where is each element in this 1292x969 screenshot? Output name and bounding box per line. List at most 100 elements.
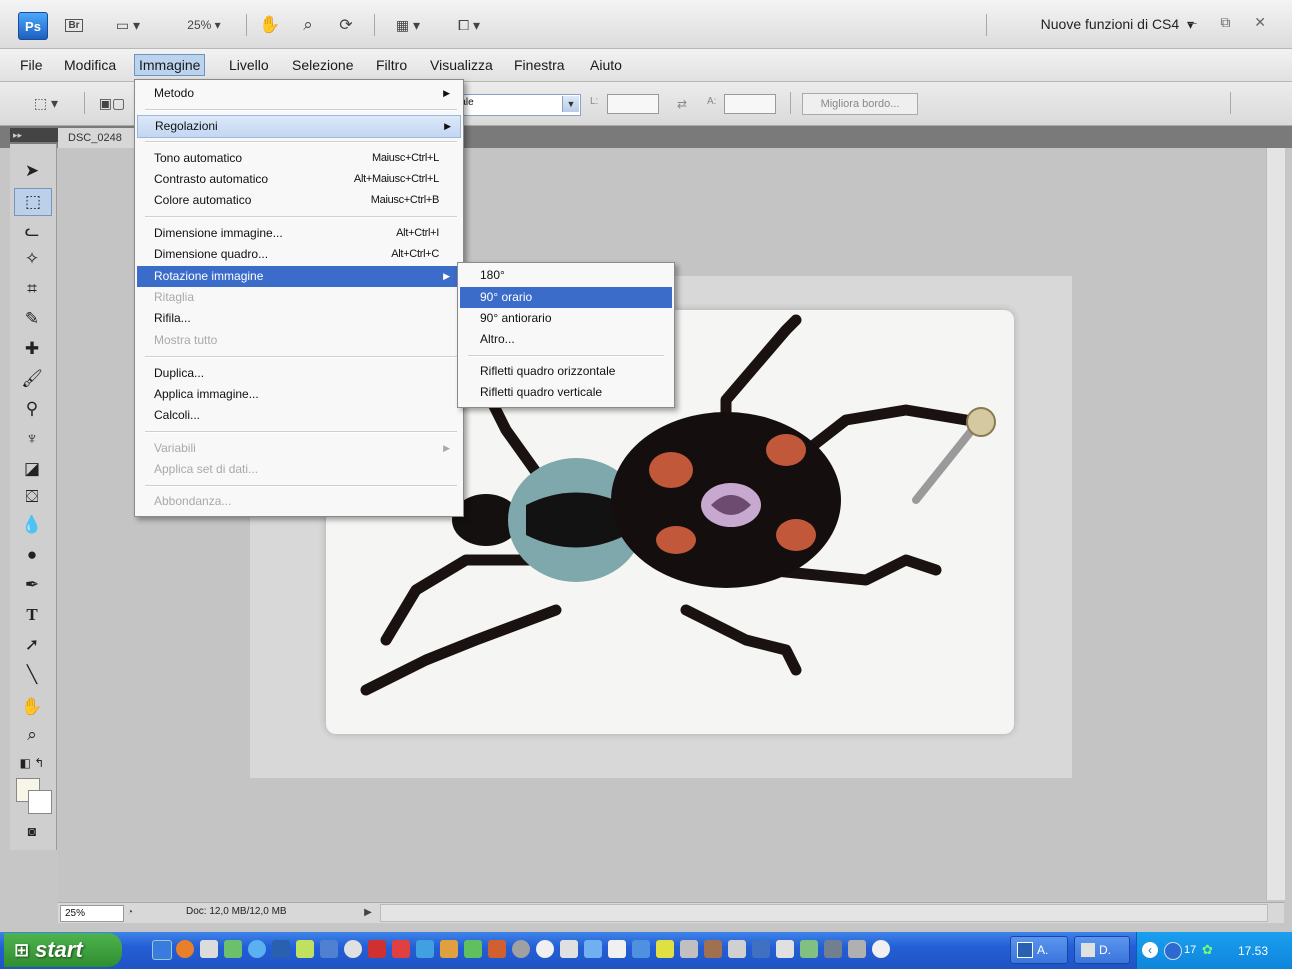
quicklaunch-icon[interactable] [800,940,818,958]
swap-icon[interactable]: ⇄ [674,95,690,113]
lasso-tool-icon[interactable]: ᓚ [14,218,50,244]
status-arrow-icon[interactable]: ▶ [360,904,376,920]
menu-visualizza[interactable]: Visualizza [426,56,497,74]
menu-item-applica-immagine[interactable]: Applica immagine... [137,384,459,405]
quicklaunch-icon[interactable] [224,940,242,958]
zoom-tool-icon[interactable]: ⌕ [14,722,50,748]
quicklaunch-icon[interactable] [440,940,458,958]
quicklaunch-icon[interactable] [704,940,722,958]
menu-item-contrasto-automatico[interactable]: Contrasto automatico Alt+Maiusc+Ctrl+L [137,169,459,190]
taskbar-item-a[interactable]: A. [1010,936,1068,964]
default-colors-icon[interactable]: ◧ ↰ [14,750,50,776]
quicklaunch-icon[interactable] [488,940,506,958]
quicklaunch-icon[interactable] [560,940,578,958]
quicklaunch-icon[interactable] [152,940,172,960]
background-color-swatch[interactable] [28,790,52,814]
menu-livello[interactable]: Livello [225,56,273,74]
menu-item-mostra-tutto[interactable]: Mostra tutto [137,330,459,351]
style-select[interactable]: male ▼ [445,94,581,116]
quicklaunch-icon[interactable] [752,940,770,958]
menu-item-flip-horizontal[interactable]: Rifletti quadro orizzontale [460,361,672,382]
menu-item-abbondanza[interactable]: Abbondanza... [137,491,459,512]
eraser-tool-icon[interactable]: ◪ [14,456,50,482]
marquee-tool-icon[interactable]: ⬚ [14,188,52,216]
taskbar-item-d[interactable]: D. [1074,936,1130,964]
quicklaunch-icon[interactable] [608,940,626,958]
path-selection-tool-icon[interactable]: ➚ [14,632,50,658]
paint-bucket-tool-icon[interactable]: ⛋ [14,484,50,510]
eyedropper-tool-icon[interactable]: ✎ [14,306,50,332]
type-tool-icon[interactable]: T [14,602,50,628]
menu-item-dimensione-immagine[interactable]: Dimensione immagine... Alt+Ctrl+I [137,223,459,244]
zoom-tool-icon[interactable]: ⌕ [296,15,320,34]
view-extras-icon[interactable]: ▭ ▾ [106,16,150,34]
tray-network-icon[interactable] [1164,942,1182,960]
dodge-tool-icon[interactable]: ● [14,542,50,568]
quicklaunch-icon[interactable] [464,940,482,958]
menu-item-rotazione-immagine[interactable]: Rotazione immagine ▶ [137,266,459,287]
acrobat-icon[interactable] [392,940,410,958]
menu-item-regolazioni[interactable]: Regolazioni ▶ [137,115,461,138]
marquee-preset-icon[interactable]: ⬚ ▾ [26,94,66,112]
start-button[interactable]: ⊞ start [4,933,122,967]
hand-tool-icon[interactable]: ✋ [258,15,282,34]
blur-tool-icon[interactable]: 💧 [14,512,50,538]
refine-edge-button[interactable]: Migliora bordo... [802,93,918,115]
menu-aiuto[interactable]: Aiuto [586,56,626,74]
menu-item-calcoli[interactable]: Calcoli... [137,405,459,426]
height-input[interactable] [724,94,776,114]
tray-expand-icon[interactable]: ‹ [1142,942,1158,958]
mail-icon[interactable] [200,940,218,958]
window-controls[interactable]: – ⧉ ✕ [1189,14,1276,31]
menu-item-rotate-90-cw[interactable]: 90° orario [460,287,672,308]
selection-mode-icon[interactable]: ▣▢ [94,94,130,112]
menu-filtro[interactable]: Filtro [372,56,411,74]
menu-immagine[interactable]: Immagine [134,54,206,76]
workspace-switcher[interactable]: Nuove funzioni di CS4 ▾ [1041,16,1194,33]
menu-file[interactable]: File [16,56,47,74]
menu-item-applica-set-di-dati[interactable]: Applica set di dati... [137,459,459,480]
menu-item-flip-vertical[interactable]: Rifletti quadro verticale [460,382,672,403]
clone-stamp-tool-icon[interactable]: ⚲ [14,396,50,422]
rotate-view-icon[interactable]: ⟳ [334,16,358,34]
line-tool-icon[interactable]: ╲ [14,662,50,688]
quicklaunch-icon[interactable] [728,940,746,958]
quicklaunch-icon[interactable] [776,940,794,958]
screen-mode-icon[interactable]: ⧠ ▾ [448,16,490,34]
healing-brush-tool-icon[interactable]: ✚ [14,336,50,362]
zoom-level-dropdown[interactable]: 25% ▾ [176,16,232,34]
menu-finestra[interactable]: Finestra [510,56,569,74]
quicklaunch-icon[interactable] [848,940,866,958]
quick-mask-icon[interactable]: ◙ [14,818,50,844]
hand-tool-icon[interactable]: ✋ [14,694,50,720]
quicklaunch-icon[interactable] [824,940,842,958]
quicklaunch-icon[interactable] [368,940,386,958]
menu-item-metodo[interactable]: Metodo ▶ [137,83,459,104]
quicklaunch-icon[interactable] [872,940,890,958]
quicklaunch-icon[interactable] [680,940,698,958]
menu-item-tono-automatico[interactable]: Tono automatico Maiusc+Ctrl+L [137,148,459,169]
width-input[interactable] [607,94,659,114]
menu-item-duplica[interactable]: Duplica... [137,363,459,384]
menu-item-rotate-other[interactable]: Altro... [460,329,672,350]
menu-modifica[interactable]: Modifica [60,56,120,74]
photoshop-icon[interactable] [272,940,290,958]
bridge-launch-icon[interactable]: Br [62,16,86,34]
magic-wand-tool-icon[interactable]: ✧ [14,246,50,272]
arrange-documents-icon[interactable]: ▦ ▾ [388,16,428,34]
move-tool-icon[interactable]: ➤ [14,158,50,184]
menu-item-variabili[interactable]: Variabili ▶ [137,438,459,459]
quicklaunch-icon[interactable] [344,940,362,958]
menu-item-rifila[interactable]: Rifila... [137,308,459,329]
tools-panel-header[interactable]: ▸▸ [10,128,59,142]
quicklaunch-icon[interactable] [320,940,338,958]
firefox-icon[interactable] [176,940,194,958]
quicklaunch-icon[interactable] [296,940,314,958]
menu-item-colore-automatico[interactable]: Colore automatico Maiusc+Ctrl+B [137,190,459,211]
menu-selezione[interactable]: Selezione [288,56,358,74]
status-info-icon[interactable]: ◔ [122,904,138,920]
quicklaunch-icon[interactable] [416,940,434,958]
zoom-input[interactable]: 25% [60,905,124,922]
menu-item-dimensione-quadro[interactable]: Dimensione quadro... Alt+Ctrl+C [137,244,459,265]
menu-item-rotate-90-ccw[interactable]: 90° antiorario [460,308,672,329]
